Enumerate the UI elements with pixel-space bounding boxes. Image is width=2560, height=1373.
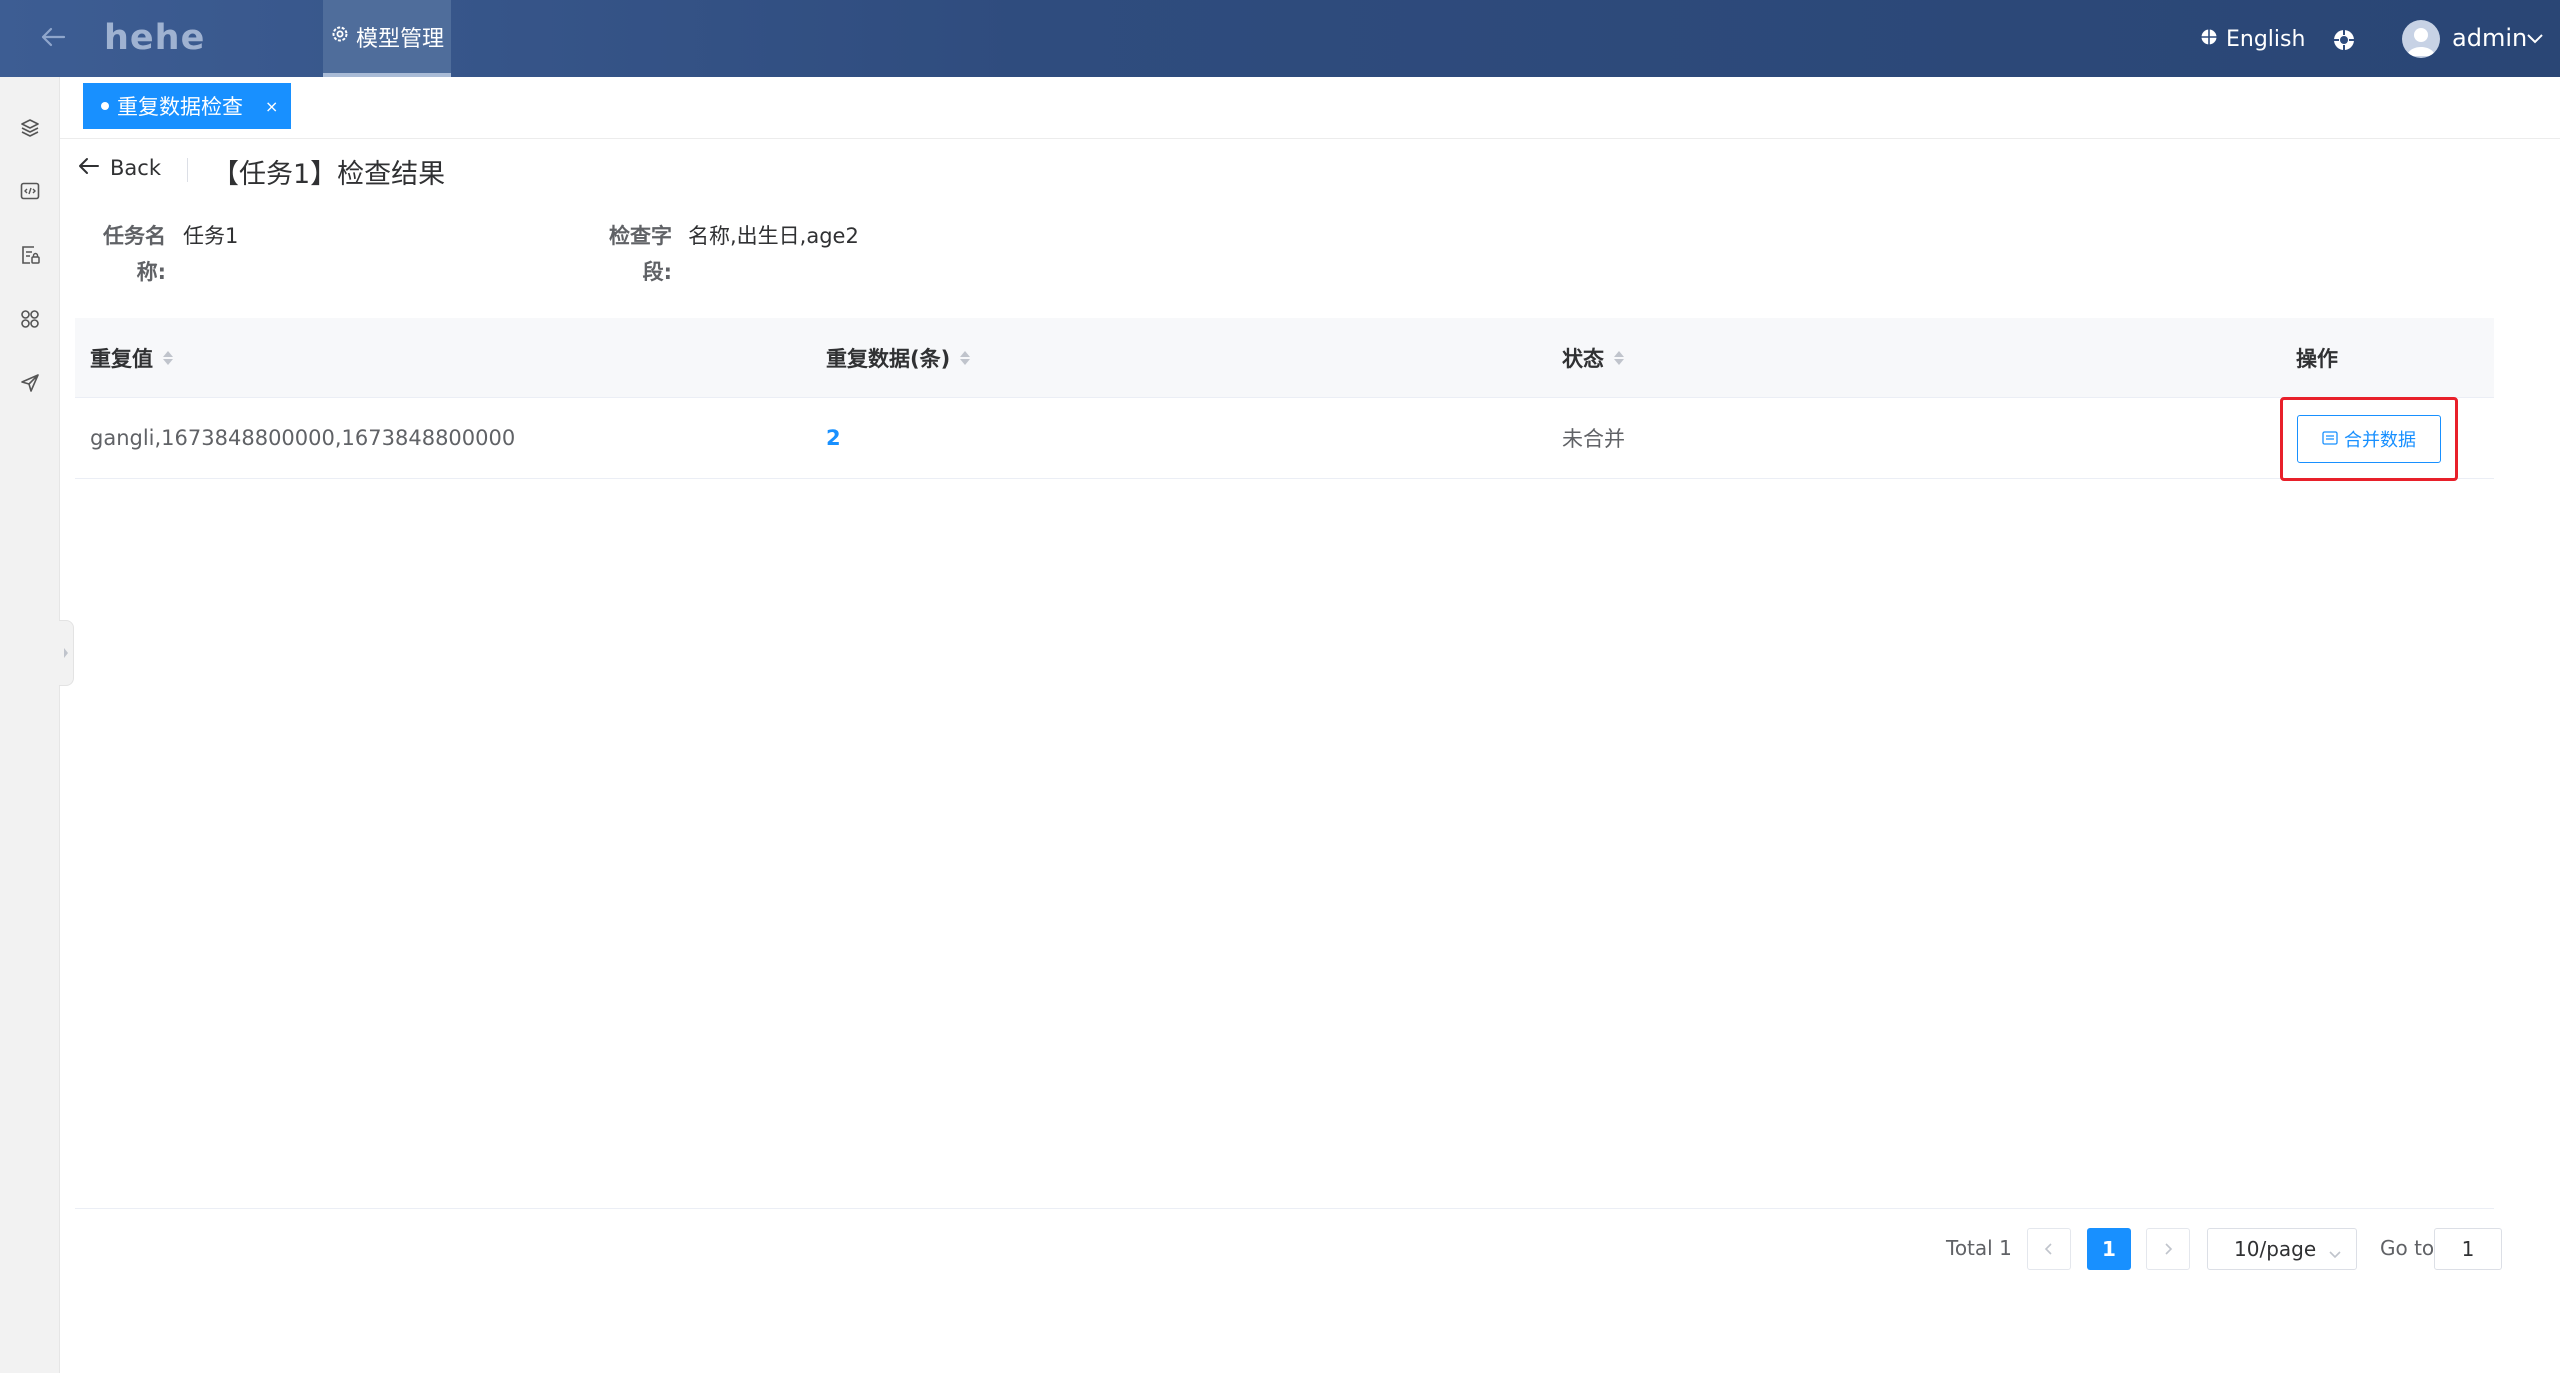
chevron-right-icon <box>2165 1243 2173 1255</box>
column-label: 操作 <box>2296 347 2338 371</box>
help-icon[interactable] <box>2332 28 2356 52</box>
close-icon[interactable]: × <box>265 97 278 116</box>
sidebar-collapse-handle[interactable] <box>59 620 74 686</box>
sort-icon[interactable] <box>960 351 971 365</box>
chevron-left-icon <box>2044 1243 2052 1255</box>
language-label: English <box>2226 27 2306 52</box>
column-label: 重复数据(条) <box>826 347 951 371</box>
chevron-down-icon <box>2328 1241 2342 1265</box>
cell-duplicate-value: gangli,1673848800000,1673848800000 <box>90 426 516 450</box>
task-name-label-line2: 称: <box>136 260 166 284</box>
column-header-duplicate-value[interactable]: 重复值 <box>90 318 173 398</box>
merge-data-button[interactable]: 合并数据 <box>2297 415 2441 463</box>
left-sidebar <box>0 77 60 1373</box>
header-back-icon[interactable] <box>36 20 70 54</box>
merge-icon <box>2322 429 2338 450</box>
sort-icon[interactable] <box>1614 351 1624 365</box>
user-name[interactable]: admin <box>2452 24 2527 52</box>
tab-label: 重复数据检查 <box>117 95 243 119</box>
gear-icon <box>330 24 350 50</box>
page-title: 【任务1】检查结果 <box>212 159 446 190</box>
back-button[interactable]: Back <box>78 156 161 180</box>
check-fields-label-line2: 段: <box>642 260 672 284</box>
active-dot-icon <box>101 102 109 110</box>
column-header-duplicate-count[interactable]: 重复数据(条) <box>826 318 971 398</box>
chevron-down-icon[interactable] <box>2526 30 2544 49</box>
prev-page-button[interactable] <box>2027 1228 2071 1270</box>
sort-icon[interactable] <box>163 351 173 365</box>
task-name-label-line1: 任务名 <box>103 224 166 248</box>
cell-duplicate-count-link[interactable]: 2 <box>826 398 841 478</box>
page-tabs-bar: 重复数据检查 × <box>60 77 2560 139</box>
layers-icon[interactable] <box>16 114 44 142</box>
nav-tab-model-management[interactable]: 模型管理 <box>323 0 451 77</box>
table-header: 重复值 重复数据(条) 状态 操作 <box>75 318 2494 398</box>
pagination-total: Total 1 <box>1946 1236 2012 1260</box>
column-label: 状态 <box>1562 347 1604 371</box>
cell-status: 未合并 <box>1562 427 1625 451</box>
check-fields-label-line1: 检查字 <box>609 224 672 248</box>
task-name-value: 任务1 <box>183 224 239 248</box>
arrow-left-icon <box>78 156 100 180</box>
app-brand: hehe <box>104 18 206 58</box>
goto-page-input[interactable]: 1 <box>2434 1228 2502 1270</box>
page-size-select[interactable]: 10/page <box>2207 1228 2357 1270</box>
pagination-divider <box>75 1208 2494 1209</box>
top-header: hehe 模型管理 <box>0 0 2560 77</box>
page-size-value: 10/page <box>2234 1237 2317 1261</box>
code-icon[interactable] <box>16 177 44 205</box>
check-fields-value: 名称,出生日,age2 <box>688 224 859 248</box>
page-number-button[interactable]: 1 <box>2087 1228 2131 1270</box>
avatar[interactable] <box>2402 20 2440 58</box>
apps-grid-icon[interactable] <box>16 305 44 333</box>
send-icon[interactable] <box>16 369 44 397</box>
language-switch[interactable]: English <box>2200 27 2305 52</box>
header-divider <box>187 158 188 182</box>
table-row: gangli,1673848800000,1673848800000 2 未合并 <box>75 398 2494 479</box>
column-label: 重复值 <box>90 347 153 371</box>
goto-label: Go to <box>2380 1236 2435 1260</box>
merge-button-label: 合并数据 <box>2344 430 2416 451</box>
tab-duplicate-check[interactable]: 重复数据检查 × <box>83 83 291 129</box>
column-header-actions: 操作 <box>2296 318 2338 398</box>
next-page-button[interactable] <box>2146 1228 2190 1270</box>
column-header-status[interactable]: 状态 <box>1562 318 1624 398</box>
globe-icon <box>2200 27 2218 52</box>
back-label: Back <box>110 156 161 180</box>
document-lock-icon[interactable] <box>16 241 44 269</box>
nav-tab-label: 模型管理 <box>355 26 444 52</box>
